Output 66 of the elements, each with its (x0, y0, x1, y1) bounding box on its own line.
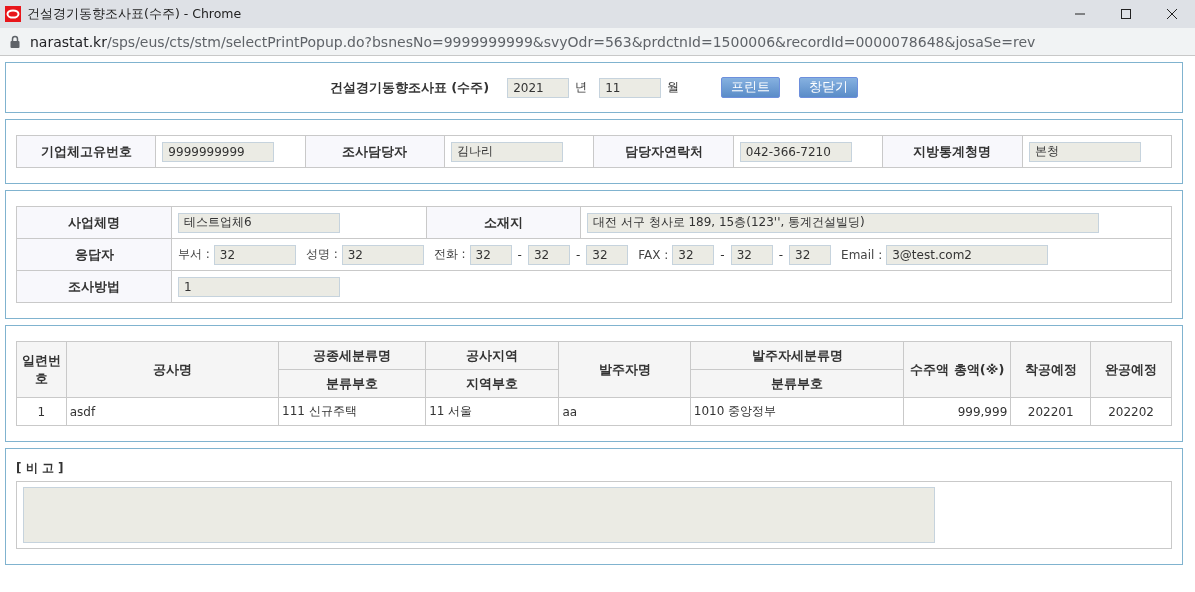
field-label: Email : (841, 247, 883, 262)
input-field[interactable]: 3@test.com2 (886, 244, 1049, 265)
input-field[interactable]: 32 (213, 244, 296, 265)
field-label: 성명 : (305, 246, 338, 263)
field-label: 기업체고유번호 (16, 135, 156, 168)
field-label: 부서 : (178, 246, 210, 263)
input-field[interactable]: 32 (730, 244, 773, 265)
column-header: 공사명 (66, 341, 279, 398)
app-icon (5, 6, 21, 22)
field-label: 담당자연락처 (593, 135, 734, 168)
column-header: 수주액 총액(※) (903, 341, 1011, 398)
column-header: 분류부호 (278, 369, 426, 398)
field-label: 지방통계청명 (882, 135, 1023, 168)
separator-text: - (517, 247, 522, 262)
window-title: 건설경기동향조사표(수주) - Chrome (27, 5, 243, 23)
input-field[interactable]: 대전 서구 청사로 189, 15층(123'', 통계건설빌딩) (587, 212, 1099, 233)
table-cell: 1 (16, 397, 67, 426)
field-label: 전화 : (433, 246, 466, 263)
field-label: 조사담당자 (305, 135, 445, 168)
table-cell: 1010 중앙정부 (690, 397, 904, 426)
column-header: 발주자명 (558, 341, 691, 398)
table-cell: 202202 (1090, 397, 1172, 426)
input-field[interactable]: 본청 (1028, 141, 1141, 162)
lock-icon (10, 35, 20, 48)
table-cell: 111 신규주택 (278, 397, 426, 426)
field-label: 소재지 (426, 206, 581, 239)
table-cell: aa (558, 397, 691, 426)
column-header: 공사지역 (425, 341, 559, 370)
input-field[interactable]: 042-366-7210 (739, 141, 852, 162)
input-field[interactable]: 김나리 (451, 141, 564, 162)
input-field[interactable]: 32 (341, 244, 424, 265)
separator-text: - (778, 247, 784, 262)
field-label: FAX : (638, 247, 669, 262)
year-field[interactable]: 2021 (507, 77, 570, 98)
month-field[interactable]: 11 (599, 77, 662, 98)
field-label: 사업체명 (16, 206, 172, 239)
remarks-title: [ 비 고 ] (16, 460, 65, 477)
input-field[interactable]: 32 (469, 244, 512, 265)
column-header: 공종세분류명 (278, 341, 426, 370)
year-unit: 년 (575, 79, 588, 96)
form-title: 건설경기동향조사표 (수주) (329, 78, 490, 97)
remarks-field[interactable] (23, 487, 935, 543)
column-header: 일련번호 (16, 341, 67, 398)
table-cell: 11 서울 (425, 397, 559, 426)
input-field[interactable]: 32 (527, 244, 570, 265)
maximize-icon (1120, 8, 1132, 20)
month-unit: 월 (667, 79, 680, 96)
input-field[interactable]: 9999999999 (162, 141, 275, 162)
field-label: 조사방법 (16, 270, 172, 303)
column-header: 발주자세분류명 (690, 341, 904, 370)
close-icon (1166, 8, 1178, 20)
input-field[interactable]: 32 (586, 244, 629, 265)
table-cell: 202201 (1010, 397, 1091, 426)
column-header: 분류부호 (690, 369, 904, 398)
column-header: 지역부호 (425, 369, 559, 398)
input-field[interactable]: 테스트업체6 (178, 212, 340, 233)
input-field[interactable]: 32 (672, 244, 715, 265)
separator-text: - (720, 247, 725, 262)
separator-text: - (575, 247, 581, 262)
field-label: 응답자 (16, 238, 172, 271)
input-field[interactable]: 32 (789, 244, 832, 265)
column-header: 완공예정 (1090, 341, 1172, 398)
table-cell: asdf (66, 397, 279, 426)
input-field[interactable]: 1 (178, 276, 340, 297)
column-header: 착공예정 (1010, 341, 1091, 398)
table-cell: 999,999 (903, 397, 1011, 426)
